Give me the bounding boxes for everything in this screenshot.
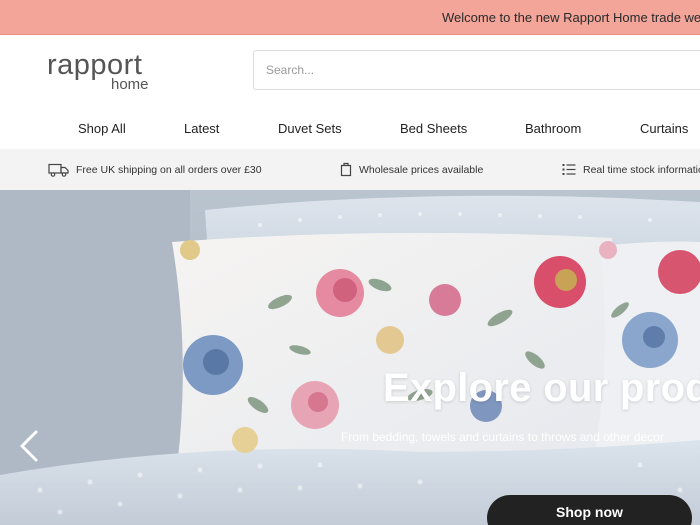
- feature-bar: Free UK shipping on all orders over £30 …: [0, 149, 700, 190]
- box-icon: [340, 162, 352, 177]
- logo-sub: home: [111, 76, 149, 93]
- list-icon: [562, 164, 576, 175]
- feature-wholesale-text: Wholesale prices available: [359, 163, 484, 176]
- shop-now-button[interactable]: Shop now: [487, 495, 692, 525]
- chevron-left-icon: [20, 430, 38, 462]
- nav-item-duvet-sets[interactable]: Duvet Sets: [278, 121, 342, 136]
- feature-shipping: Free UK shipping on all orders over £30: [48, 149, 262, 190]
- nav-item-latest[interactable]: Latest: [184, 121, 219, 136]
- nav-item-bed-sheets[interactable]: Bed Sheets: [400, 121, 467, 136]
- feature-wholesale: Wholesale prices available: [340, 149, 483, 190]
- site-header: rapport home: [0, 35, 700, 107]
- feature-stock-text: Real time stock information: [583, 163, 700, 176]
- hero-banner: Explore our products From bedding, towel…: [0, 190, 700, 525]
- search-input[interactable]: [253, 50, 700, 90]
- hero-title: Explore our products: [383, 366, 700, 410]
- main-nav: Shop All Latest Duvet Sets Bed Sheets Ba…: [0, 107, 700, 149]
- feature-shipping-text: Free UK shipping on all orders over £30: [76, 163, 262, 176]
- announcement-bar: Welcome to the new Rapport Home trade we…: [0, 0, 700, 35]
- logo[interactable]: rapport home: [47, 49, 157, 95]
- hero-subtitle: From bedding, towels and curtains to thr…: [341, 430, 664, 444]
- nav-item-shop-all[interactable]: Shop All: [78, 121, 126, 136]
- announcement-text: Welcome to the new Rapport Home trade we…: [442, 10, 700, 25]
- carousel-prev-button[interactable]: [14, 426, 46, 466]
- hero-bedding-image: [0, 190, 700, 525]
- feature-stock: Real time stock information: [562, 149, 700, 190]
- truck-icon: [48, 163, 69, 177]
- nav-item-bathroom[interactable]: Bathroom: [525, 121, 581, 136]
- nav-item-curtains[interactable]: Curtains: [640, 121, 688, 136]
